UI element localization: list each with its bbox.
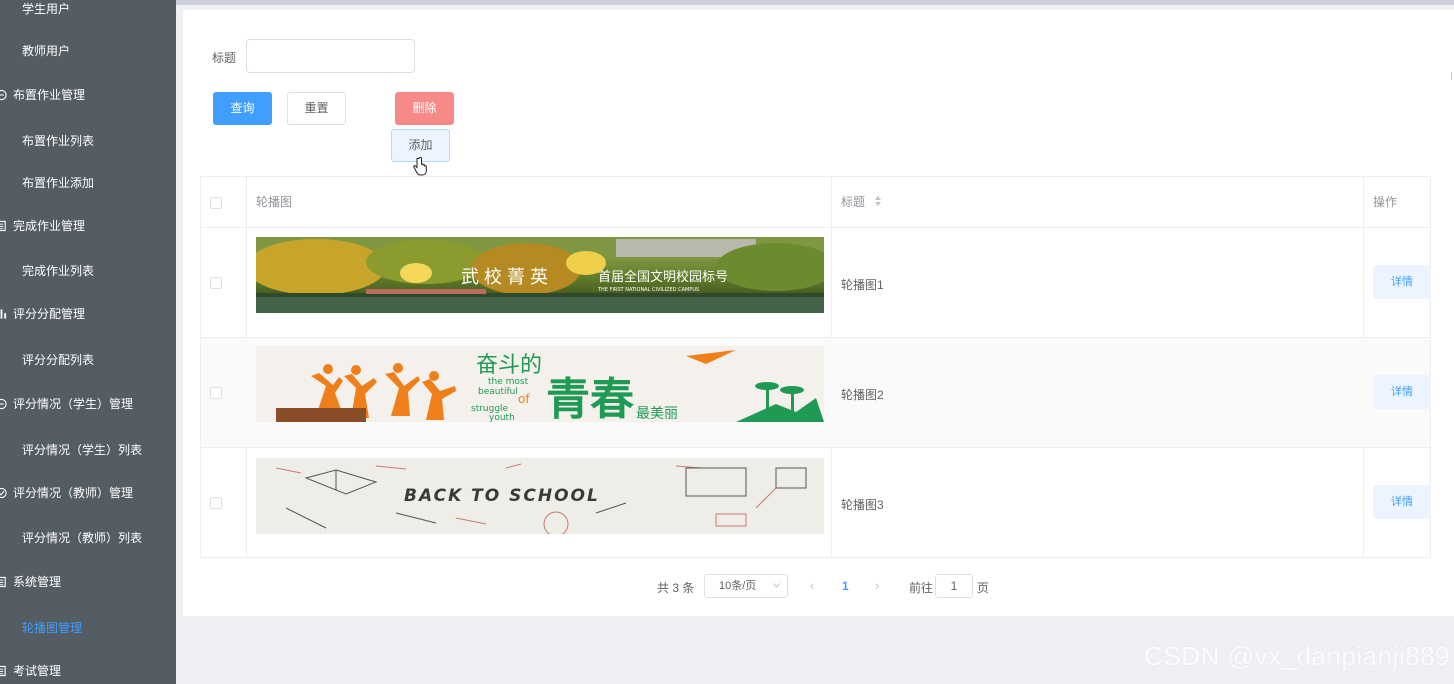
prev-page-button[interactable]: ‹	[810, 578, 814, 593]
sidebar: 学生用户 教师用户 布置作业管理 布置作业列表 布置作业添加 完成作业管理 完成…	[0, 0, 176, 684]
column-header-image: 轮播图	[256, 195, 293, 209]
top-bar	[176, 0, 1454, 5]
main-content: 标题 查询 重置 删除 添加 轮播图 标题 操作 武校菁英 首届全国文明校园标号…	[176, 0, 1454, 684]
sidebar-item-label: 评分情况（学生）管理	[13, 397, 134, 411]
sidebar-group-system[interactable]: 系统管理	[0, 562, 176, 602]
title-input[interactable]	[246, 39, 415, 73]
row-title: 轮播图1	[841, 278, 884, 292]
sidebar-item-label: 评分分配列表	[22, 353, 95, 367]
column-header-title-label: 标题	[841, 195, 866, 209]
pagination-total: 共 3 条	[657, 581, 695, 595]
list-icon	[0, 665, 6, 677]
list-icon	[0, 220, 6, 232]
svg-text:最美丽: 最美丽	[636, 406, 678, 422]
row-checkbox[interactable]	[210, 497, 222, 509]
sidebar-item-score-allocation-list[interactable]: 评分分配列表	[0, 340, 176, 380]
svg-text:首届全国文明校园标号: 首届全国文明校园标号	[598, 269, 728, 285]
sidebar-item-completed-homework-list[interactable]: 完成作业列表	[0, 251, 176, 291]
check-circle-icon	[0, 487, 7, 499]
sidebar-item-label: 完成作业管理	[13, 219, 86, 233]
watermark: CSDN @vx_danpianji889	[1144, 641, 1450, 671]
sidebar-item-teacher-users[interactable]: 教师用户	[0, 31, 176, 71]
row-checkbox[interactable]	[210, 387, 222, 399]
page-number-current[interactable]: 1	[842, 579, 849, 593]
sidebar-item-label: 轮播图管理	[22, 621, 83, 635]
select-all-checkbox[interactable]	[210, 197, 222, 209]
svg-text:THE FIRST NATIONAL CIVILIZED C: THE FIRST NATIONAL CIVILIZED CAMPUS	[597, 287, 699, 293]
row-title: 轮播图2	[841, 388, 884, 402]
sidebar-group-exam[interactable]: 考试管理	[0, 651, 176, 684]
banner-image-campus: 武校菁英 首届全国文明校园标号 THE FIRST NATIONAL CIVIL…	[256, 237, 824, 313]
page-jump-input[interactable]: 1	[935, 574, 973, 598]
sidebar-group-assign-homework[interactable]: 布置作业管理	[0, 75, 176, 115]
table-header-row	[201, 177, 1430, 228]
chart-icon	[0, 309, 7, 319]
goto-label: 前往	[909, 581, 934, 595]
detail-button[interactable]: 详情	[1373, 265, 1431, 299]
detail-button[interactable]: 详情	[1373, 375, 1431, 409]
svg-text:of: of	[518, 392, 530, 406]
sidebar-item-label: 评分分配管理	[13, 307, 86, 321]
svg-text:BACK TO SCHOOL: BACK TO SCHOOL	[404, 486, 600, 506]
next-page-button[interactable]: ›	[875, 578, 879, 593]
sidebar-item-label: 布置作业添加	[22, 176, 95, 190]
sort-icon[interactable]	[874, 195, 882, 207]
delete-button[interactable]: 删除	[395, 92, 454, 125]
table-row: 奋斗的 青春 最美丽 the most beautiful of struggl…	[201, 338, 1431, 448]
sidebar-item-label: 教师用户	[22, 44, 71, 58]
svg-text:youth: youth	[489, 413, 515, 422]
row-checkbox[interactable]	[210, 277, 222, 289]
sidebar-group-score-allocation[interactable]: 评分分配管理	[0, 294, 176, 334]
sidebar-item-label: 布置作业列表	[22, 134, 95, 148]
chat-icon	[0, 89, 7, 101]
svg-text:奋斗的: 奋斗的	[476, 353, 542, 378]
page-size-value: 10条/页	[719, 580, 757, 592]
page-unit-label: 页	[977, 581, 990, 595]
reset-button[interactable]: 重置	[287, 92, 346, 125]
carousel-table: 轮播图 标题 操作 武校菁英 首届全国文明校园标号 THE FIRST NATI…	[200, 176, 1431, 558]
chat-icon	[0, 398, 7, 410]
table-row: 武校菁英 首届全国文明校园标号 THE FIRST NATIONAL CIVIL…	[201, 228, 1431, 338]
sidebar-item-label: 考试管理	[13, 664, 62, 678]
query-button[interactable]: 查询	[213, 92, 272, 125]
sidebar-item-label: 评分情况（教师）列表	[22, 531, 143, 545]
sidebar-item-label: 完成作业列表	[22, 264, 95, 278]
scroll-indicator	[1451, 72, 1452, 80]
page-size-select[interactable]: 10条/页	[704, 574, 788, 598]
sidebar-item-label: 系统管理	[13, 575, 62, 589]
sidebar-item-assign-homework-add[interactable]: 布置作业添加	[0, 163, 176, 203]
hand-cursor-icon	[413, 157, 427, 176]
svg-text:武校菁英: 武校菁英	[461, 267, 553, 288]
sidebar-group-student-scoring[interactable]: 评分情况（学生）管理	[0, 384, 176, 424]
detail-button[interactable]: 详情	[1373, 485, 1431, 519]
column-header-actions: 操作	[1373, 195, 1398, 209]
sidebar-item-carousel[interactable]: 轮播图管理	[0, 608, 176, 648]
svg-text:beautiful: beautiful	[478, 387, 518, 397]
banner-image-back-to-school: BACK TO SCHOOL	[256, 458, 824, 534]
banner-image-youth: 奋斗的 青春 最美丽 the most beautiful of struggl…	[256, 346, 824, 422]
table-row: BACK TO SCHOOL 轮播图3 详情	[201, 448, 1431, 558]
sidebar-item-assign-homework-list[interactable]: 布置作业列表	[0, 121, 176, 161]
sidebar-item-student-scoring-list[interactable]: 评分情况（学生）列表	[0, 430, 176, 470]
sidebar-item-student-users[interactable]: 学生用户	[0, 0, 176, 29]
sidebar-item-label: 评分情况（教师）管理	[13, 486, 134, 500]
sidebar-group-completed-homework[interactable]: 完成作业管理	[0, 206, 176, 246]
sidebar-item-label: 布置作业管理	[13, 88, 86, 102]
svg-text:青春: 青春	[546, 374, 634, 422]
sidebar-group-teacher-scoring[interactable]: 评分情况（教师）管理	[0, 473, 176, 513]
list-icon	[0, 576, 6, 588]
sidebar-item-teacher-scoring-list[interactable]: 评分情况（教师）列表	[0, 518, 176, 558]
sidebar-item-label: 学生用户	[22, 2, 71, 16]
content-panel: 标题 查询 重置 删除 添加 轮播图 标题 操作 武校菁英 首届全国文明校园标号…	[183, 10, 1454, 616]
column-header-title[interactable]: 标题	[841, 177, 882, 228]
row-title: 轮播图3	[841, 498, 884, 512]
sidebar-item-label: 评分情况（学生）列表	[22, 443, 143, 457]
svg-text:the most: the most	[488, 377, 529, 387]
chevron-down-icon	[773, 583, 780, 588]
title-label: 标题	[212, 51, 237, 65]
